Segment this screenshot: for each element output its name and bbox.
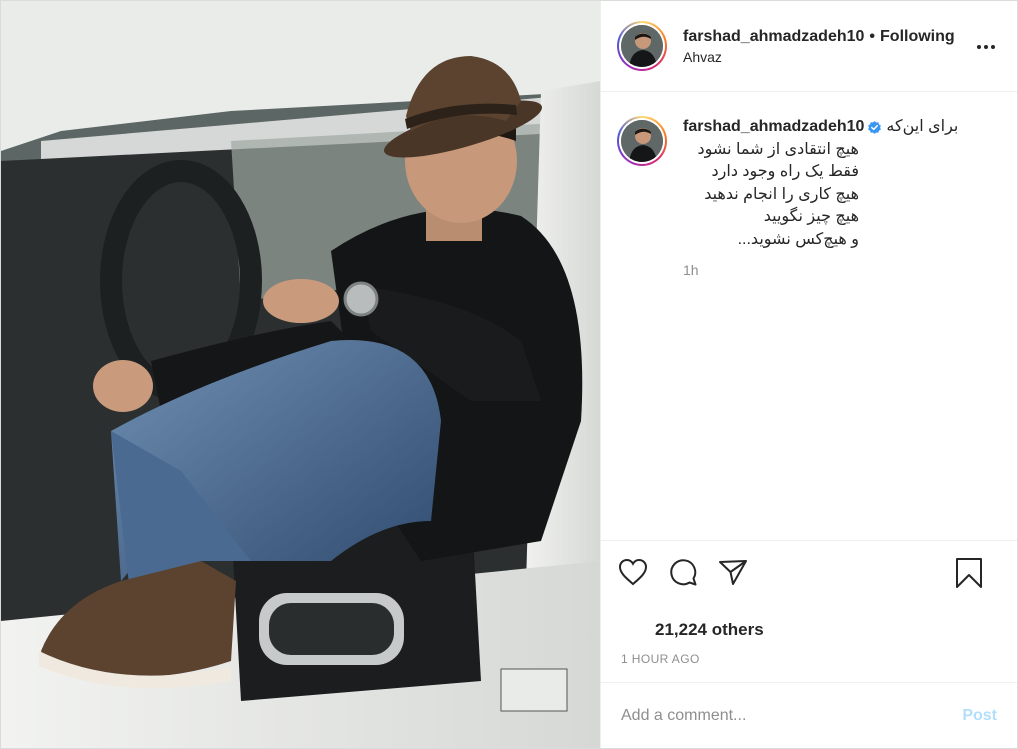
separator-dot: • (869, 27, 876, 45)
caption-story-ring[interactable] (617, 116, 667, 166)
comment-box: Post (601, 682, 1017, 748)
caption-line: هیچ چیز نگویید (763, 208, 859, 225)
more-options-icon[interactable] (975, 37, 997, 57)
caption-body: farshad_ahmadzadeh10 برای این‌که هیچ انت… (683, 116, 958, 278)
header-text: farshad_ahmadzadeh10 • Following Ahvaz (683, 28, 955, 65)
caption-line: هیچ انتقادی از شما نشود (697, 140, 859, 158)
post-timestamp[interactable]: 1 HOUR AGO (601, 648, 1017, 682)
likes-count[interactable]: 21,224 others (601, 602, 1017, 648)
bookmark-icon[interactable] (951, 555, 987, 591)
avatar-image (621, 25, 663, 67)
post-side-panel: farshad_ahmadzadeh10 • Following Ahvaz f… (601, 1, 1017, 748)
post-photo-illustration (1, 1, 600, 748)
caption-time[interactable]: 1h (683, 262, 958, 278)
story-ring[interactable] (617, 21, 667, 71)
caption: farshad_ahmadzadeh10 برای این‌که هیچ انت… (617, 116, 1001, 278)
post-photo[interactable] (1, 1, 601, 748)
caption-first-line: farshad_ahmadzadeh10 برای این‌که (683, 116, 958, 139)
comment-icon[interactable] (665, 554, 701, 590)
location-link[interactable]: Ahvaz (683, 49, 955, 65)
caption-line: و هیچ‌کس نشوید... (737, 230, 859, 248)
header-username[interactable]: farshad_ahmadzadeh10 (683, 28, 864, 46)
post-button[interactable]: Post (962, 707, 997, 725)
caption-avatar[interactable] (621, 120, 663, 162)
caption-line: هیچ کاری را انجام ندهید (704, 185, 859, 203)
avatar[interactable] (621, 25, 663, 67)
caption-line: فقط یک راه وجود دارد (711, 163, 859, 180)
paper-plane-icon[interactable] (715, 554, 751, 590)
caption-line: برای این‌که (886, 118, 959, 135)
comments-area: farshad_ahmadzadeh10 برای این‌که هیچ انت… (601, 92, 1017, 540)
heart-icon[interactable] (615, 554, 651, 590)
caption-username[interactable]: farshad_ahmadzadeh10 (683, 116, 864, 138)
verified-badge-icon (868, 120, 882, 134)
instagram-post: farshad_ahmadzadeh10 • Following Ahvaz f… (0, 0, 1018, 749)
caption-avatar-image (621, 120, 663, 162)
action-bar (601, 540, 1017, 602)
post-header: farshad_ahmadzadeh10 • Following Ahvaz (601, 1, 1017, 92)
following-button[interactable]: Following (880, 28, 955, 46)
comment-input[interactable] (621, 706, 963, 725)
header-line: farshad_ahmadzadeh10 • Following (683, 28, 955, 46)
